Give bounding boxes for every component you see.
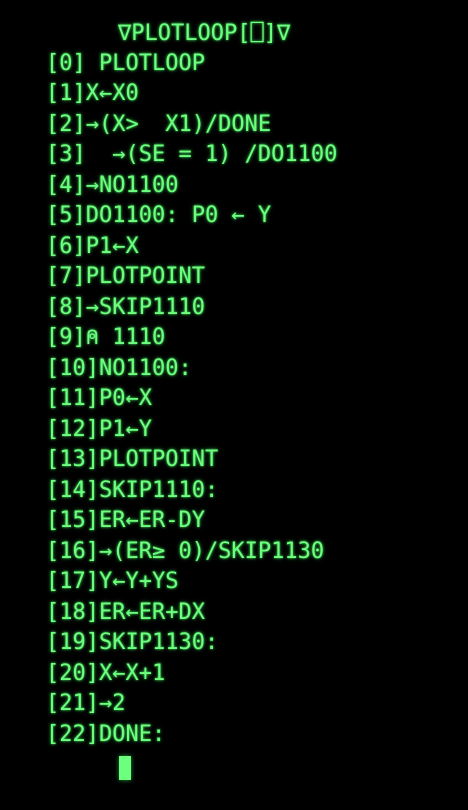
code-line-6: [6]P1←X bbox=[46, 234, 139, 259]
code-line-12: [12]P1←Y bbox=[46, 417, 152, 442]
terminal-screen[interactable]: ∇PLOTLOOP[⎕]∇ [0] PLOTLOOP [1]X←X0 [2]→(… bbox=[0, 0, 468, 810]
code-line-5: [5]DO1100: P0 ← Y bbox=[46, 203, 272, 228]
code-line-3: [3] →(SE = 1) /DO1100 bbox=[46, 142, 338, 167]
code-line-8: [8]→SKIP1110 bbox=[46, 295, 205, 320]
code-line-7: [7]PLOTPOINT bbox=[46, 264, 205, 289]
code-line-1: [1]X←X0 bbox=[46, 81, 139, 106]
code-line-4: [4]→NO1100 bbox=[46, 173, 179, 198]
function-header: ∇PLOTLOOP[⎕]∇ bbox=[118, 21, 291, 46]
code-line-19: [19]SKIP1130: bbox=[46, 630, 219, 655]
code-line-11: [11]P0←X bbox=[46, 386, 152, 411]
code-line-0: [0] PLOTLOOP bbox=[46, 51, 205, 76]
code-line-21: [21]→2 bbox=[46, 691, 126, 716]
code-line-16: [16]→(ER≥ 0)/SKIP1130 bbox=[46, 539, 325, 564]
text-cursor[interactable] bbox=[119, 756, 131, 780]
code-line-17: [17]Y←Y+YS bbox=[46, 569, 179, 594]
code-line-10: [10]NO1100: bbox=[46, 356, 192, 381]
code-line-18: [18]ER←ER+DX bbox=[46, 600, 205, 625]
code-line-13: [13]PLOTPOINT bbox=[46, 447, 219, 472]
code-line-14: [14]SKIP1110: bbox=[46, 478, 219, 503]
code-line-9: [9]⍝ 1110 bbox=[46, 325, 166, 350]
code-line-2: [2]→(X> X1)/DONE bbox=[46, 112, 272, 137]
code-line-22: [22]DONE: bbox=[46, 722, 166, 747]
code-line-20: [20]X←X+1 bbox=[46, 661, 166, 686]
code-line-15: [15]ER←ER-DY bbox=[46, 508, 205, 533]
